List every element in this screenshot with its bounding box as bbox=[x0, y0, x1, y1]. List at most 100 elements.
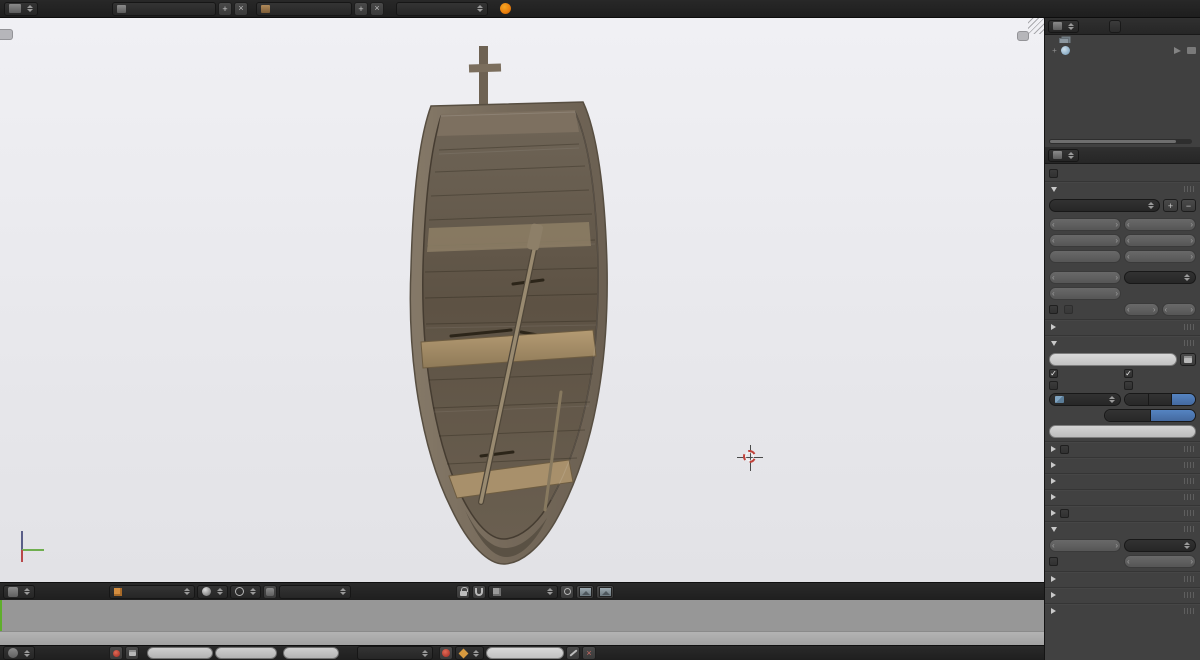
freestyle-checkbox[interactable] bbox=[1060, 444, 1069, 454]
snap-toggle[interactable] bbox=[472, 584, 486, 599]
expand-plus-icon[interactable] bbox=[1051, 46, 1058, 55]
editor-type-selector-3dview[interactable] bbox=[3, 584, 35, 599]
border-checkbox[interactable] bbox=[1049, 305, 1058, 314]
sync-mode-dropdown[interactable] bbox=[357, 646, 433, 660]
aspect-y-field[interactable] bbox=[1049, 287, 1121, 300]
record-button[interactable] bbox=[439, 646, 453, 660]
delete-keyframe-button[interactable]: × bbox=[582, 646, 596, 660]
resolution-percent-field[interactable] bbox=[1049, 250, 1121, 263]
current-frame-line[interactable] bbox=[0, 600, 2, 631]
remap-old-field[interactable] bbox=[1124, 303, 1159, 316]
crop-checkbox[interactable] bbox=[1064, 305, 1073, 314]
resolution-x-field[interactable] bbox=[1049, 218, 1121, 231]
close-scene-button[interactable]: × bbox=[370, 1, 384, 16]
pixel-filter-dropdown[interactable] bbox=[1124, 539, 1196, 552]
cursor-3d[interactable] bbox=[737, 445, 763, 471]
timeline-ruler[interactable] bbox=[0, 631, 1044, 645]
end-frame-input[interactable] bbox=[215, 647, 277, 659]
render-engine-selector[interactable] bbox=[396, 1, 488, 16]
depth-8-button[interactable] bbox=[1105, 410, 1151, 421]
panel-sampling[interactable] bbox=[1045, 457, 1200, 472]
current-frame-input[interactable] bbox=[283, 647, 339, 659]
editor-type-selector-outliner[interactable] bbox=[1048, 19, 1079, 33]
viewport-shading-dropdown[interactable] bbox=[197, 584, 228, 599]
channels-bw-button[interactable] bbox=[1125, 394, 1149, 405]
panel-freestyle[interactable] bbox=[1045, 441, 1200, 456]
panel-post-processing[interactable] bbox=[1045, 587, 1200, 602]
keying-set-dropdown[interactable] bbox=[455, 646, 484, 660]
output-path-field[interactable] bbox=[1049, 353, 1177, 366]
render-presets-dropdown[interactable] bbox=[1049, 199, 1160, 212]
properties-shelf-tab[interactable] bbox=[1017, 31, 1029, 41]
mode-dropdown[interactable] bbox=[109, 584, 195, 599]
editor-resize-corner[interactable] bbox=[1028, 18, 1044, 34]
panel-performance[interactable] bbox=[1045, 571, 1200, 586]
start-frame-field[interactable] bbox=[1124, 218, 1196, 231]
exposure-field[interactable] bbox=[1049, 539, 1121, 552]
lock-to-scene-button[interactable] bbox=[456, 584, 470, 599]
frame-rate-dropdown[interactable] bbox=[1124, 271, 1196, 284]
timeline-track-area[interactable] bbox=[0, 600, 1044, 631]
pivot-dropdown[interactable] bbox=[230, 584, 261, 599]
frame-step-field[interactable] bbox=[1124, 250, 1196, 263]
cache-result-checkbox[interactable] bbox=[1124, 381, 1133, 390]
panel-motion-blur[interactable] bbox=[1045, 505, 1200, 520]
manipulator-toggle[interactable] bbox=[263, 584, 277, 599]
snap-peel-toggle[interactable] bbox=[560, 584, 574, 599]
panel-film[interactable] bbox=[1045, 521, 1200, 536]
row-boat-model[interactable] bbox=[393, 40, 623, 580]
editor-type-selector-info[interactable] bbox=[4, 1, 38, 16]
editor-type-selector-timeline[interactable] bbox=[3, 646, 35, 660]
placeholders-checkbox[interactable] bbox=[1049, 381, 1058, 390]
render-anim-button[interactable] bbox=[596, 584, 614, 599]
panel-metadata[interactable] bbox=[1045, 319, 1200, 334]
toolshelf-tab[interactable] bbox=[0, 29, 13, 40]
close-layout-button[interactable]: × bbox=[234, 1, 248, 16]
add-layout-button[interactable]: + bbox=[218, 1, 232, 16]
auto-keyframe-toggle[interactable] bbox=[109, 646, 123, 660]
screen-layout-selector[interactable] bbox=[112, 1, 216, 16]
outliner-scope-dropdown[interactable] bbox=[1109, 19, 1121, 33]
keying-options-button[interactable] bbox=[125, 646, 139, 660]
editor-type-selector-properties[interactable] bbox=[1048, 148, 1079, 162]
channels-rgb-button[interactable] bbox=[1148, 394, 1173, 405]
active-keying-set-input[interactable] bbox=[486, 647, 564, 659]
renderability-camera-icon[interactable] bbox=[1187, 47, 1196, 54]
panel-bake[interactable] bbox=[1045, 603, 1200, 618]
file-format-dropdown[interactable] bbox=[1049, 393, 1121, 406]
add-preset-button[interactable]: + bbox=[1163, 199, 1178, 212]
render-still-button[interactable] bbox=[576, 584, 594, 599]
aspect-x-field[interactable] bbox=[1049, 271, 1121, 284]
panel-output[interactable] bbox=[1045, 335, 1200, 350]
motion-blur-checkbox[interactable] bbox=[1060, 508, 1069, 518]
outliner-item-world[interactable] bbox=[1051, 44, 1198, 57]
panel-dimensions[interactable] bbox=[1045, 181, 1200, 196]
overwrite-checkbox[interactable] bbox=[1049, 369, 1058, 378]
osl-checkbox[interactable] bbox=[1049, 169, 1058, 178]
end-frame-field[interactable] bbox=[1124, 234, 1196, 247]
remap-new-field[interactable] bbox=[1161, 303, 1196, 316]
outliner-panel[interactable] bbox=[1045, 35, 1200, 147]
file-extensions-checkbox[interactable] bbox=[1124, 369, 1133, 378]
file-browse-button[interactable] bbox=[1180, 353, 1196, 366]
compression-slider[interactable] bbox=[1049, 425, 1196, 438]
selectability-arrow-icon[interactable] bbox=[1174, 47, 1181, 54]
transparent-checkbox[interactable] bbox=[1049, 557, 1058, 566]
snap-element-dropdown[interactable] bbox=[488, 584, 558, 599]
outliner-horizontal-scrollbar[interactable] bbox=[1049, 139, 1192, 144]
filter-width-field[interactable] bbox=[1124, 555, 1196, 568]
remove-preset-button[interactable]: − bbox=[1181, 199, 1196, 212]
add-scene-button[interactable]: + bbox=[354, 1, 368, 16]
start-frame-input[interactable] bbox=[147, 647, 213, 659]
transform-orientation-dropdown[interactable] bbox=[279, 584, 351, 599]
outliner-item-renderlayers-partial[interactable] bbox=[1059, 35, 1200, 43]
depth-16-button[interactable] bbox=[1150, 410, 1195, 421]
insert-keyframe-button[interactable] bbox=[566, 646, 580, 660]
resolution-y-field[interactable] bbox=[1049, 234, 1121, 247]
panel-light-paths[interactable] bbox=[1045, 489, 1200, 504]
viewport-3d[interactable] bbox=[0, 18, 1044, 582]
channels-rgba-button[interactable] bbox=[1172, 394, 1195, 405]
panel-geometry[interactable] bbox=[1045, 473, 1200, 488]
scene-selector[interactable] bbox=[256, 1, 352, 16]
chevron-updown-icon bbox=[470, 649, 479, 657]
